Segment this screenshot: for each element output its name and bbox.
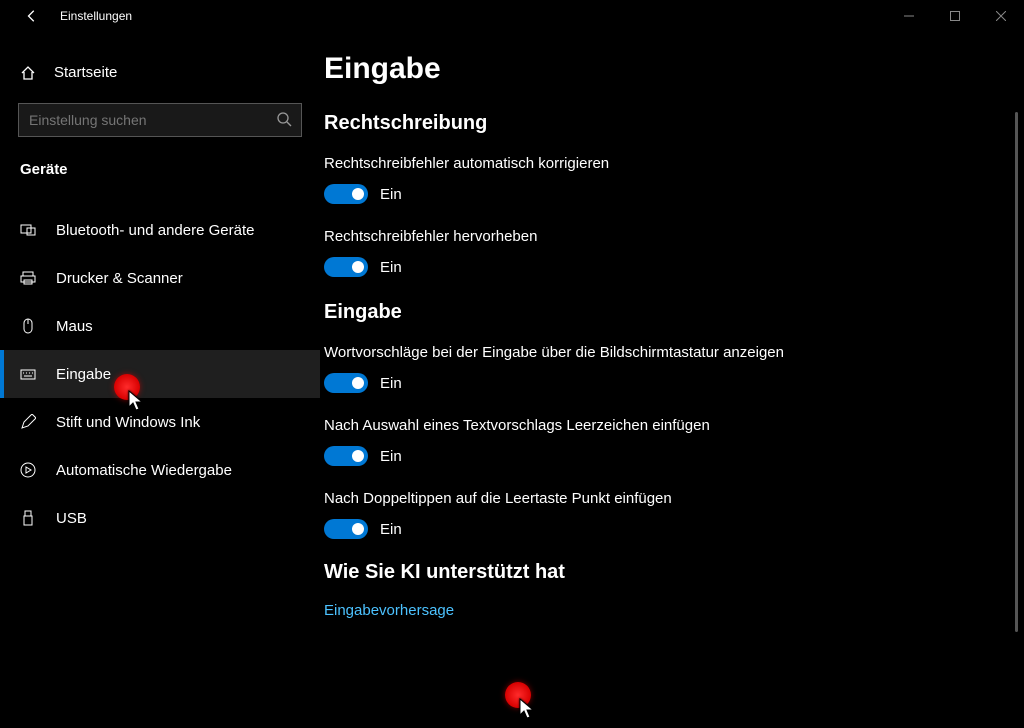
section-ai: Wie Sie KI unterstützt hat xyxy=(324,561,994,584)
pen-icon xyxy=(20,414,38,430)
sidebar-item-label: Maus xyxy=(56,318,93,335)
setting-label: Nach Auswahl eines Textvorschlags Leerze… xyxy=(324,415,884,436)
sidebar-item-autoplay[interactable]: Automatische Wiedergabe xyxy=(0,446,320,494)
setting-highlight: Rechtschreibfehler hervorheben Ein xyxy=(324,226,994,277)
scrollbar[interactable] xyxy=(1015,112,1018,632)
cursor-icon xyxy=(519,698,537,725)
toggle-space-after[interactable] xyxy=(324,446,368,466)
search-icon xyxy=(276,111,292,132)
sidebar-item-label: Bluetooth- und andere Geräte xyxy=(56,222,254,239)
section-spelling: Rechtschreibung xyxy=(324,112,994,135)
sidebar-item-label: Eingabe xyxy=(56,366,111,383)
sidebar-group-label: Geräte xyxy=(0,161,320,194)
sidebar-item-label: USB xyxy=(56,510,87,527)
autoplay-icon xyxy=(20,462,38,478)
sidebar-item-typing[interactable]: Eingabe xyxy=(0,350,320,398)
cursor-icon xyxy=(128,390,146,417)
setting-autocorrect: Rechtschreibfehler automatisch korrigier… xyxy=(324,153,994,204)
toggle-state: Ein xyxy=(380,521,402,538)
setting-label: Nach Doppeltippen auf die Leertaste Punk… xyxy=(324,488,884,509)
setting-suggestions: Wortvorschläge bei der Eingabe über die … xyxy=(324,342,994,393)
search-box[interactable] xyxy=(18,103,302,137)
toggle-state: Ein xyxy=(380,375,402,392)
home-link[interactable]: Startseite xyxy=(0,52,320,103)
sidebar-nav: Bluetooth- und andere Geräte Drucker & S… xyxy=(0,206,320,542)
maximize-button[interactable] xyxy=(932,0,978,32)
setting-label: Rechtschreibfehler hervorheben xyxy=(324,226,884,247)
close-button[interactable] xyxy=(978,0,1024,32)
window-controls xyxy=(886,0,1024,32)
section-typing: Eingabe xyxy=(324,301,994,324)
titlebar: Einstellungen xyxy=(0,0,1024,32)
window-title: Einstellungen xyxy=(60,9,132,23)
setting-label: Wortvorschläge bei der Eingabe über die … xyxy=(324,342,884,363)
sidebar-item-mouse[interactable]: Maus xyxy=(0,302,320,350)
sidebar-item-usb[interactable]: USB xyxy=(0,494,320,542)
link-typing-insights[interactable]: Eingabevorhersage xyxy=(324,602,994,619)
sidebar-item-printers[interactable]: Drucker & Scanner xyxy=(0,254,320,302)
main-content: Eingabe Rechtschreibung Rechtschreibfehl… xyxy=(320,32,1024,728)
setting-double-tap: Nach Doppeltippen auf die Leertaste Punk… xyxy=(324,488,994,539)
keyboard-icon xyxy=(20,366,38,382)
toggle-autocorrect[interactable] xyxy=(324,184,368,204)
sidebar-item-label: Drucker & Scanner xyxy=(56,270,183,287)
sidebar-item-pen[interactable]: Stift und Windows Ink xyxy=(0,398,320,446)
search-input[interactable] xyxy=(18,103,302,137)
minimize-button[interactable] xyxy=(886,0,932,32)
toggle-highlight[interactable] xyxy=(324,257,368,277)
toggle-double-tap[interactable] xyxy=(324,519,368,539)
setting-label: Rechtschreibfehler automatisch korrigier… xyxy=(324,153,884,174)
toggle-state: Ein xyxy=(380,186,402,203)
home-icon xyxy=(20,65,36,81)
setting-space-after: Nach Auswahl eines Textvorschlags Leerze… xyxy=(324,415,994,466)
sidebar-item-label: Automatische Wiedergabe xyxy=(56,462,232,479)
printer-icon xyxy=(20,270,38,286)
page-title: Eingabe xyxy=(324,52,994,86)
sidebar-item-bluetooth[interactable]: Bluetooth- und andere Geräte xyxy=(0,206,320,254)
back-button[interactable] xyxy=(18,2,46,30)
toggle-suggestions[interactable] xyxy=(324,373,368,393)
usb-icon xyxy=(20,510,38,526)
devices-icon xyxy=(20,222,38,238)
mouse-icon xyxy=(20,318,38,334)
sidebar: Startseite Geräte Bluetooth- und andere … xyxy=(0,32,320,728)
toggle-state: Ein xyxy=(380,259,402,276)
home-label: Startseite xyxy=(54,64,117,81)
toggle-state: Ein xyxy=(380,448,402,465)
